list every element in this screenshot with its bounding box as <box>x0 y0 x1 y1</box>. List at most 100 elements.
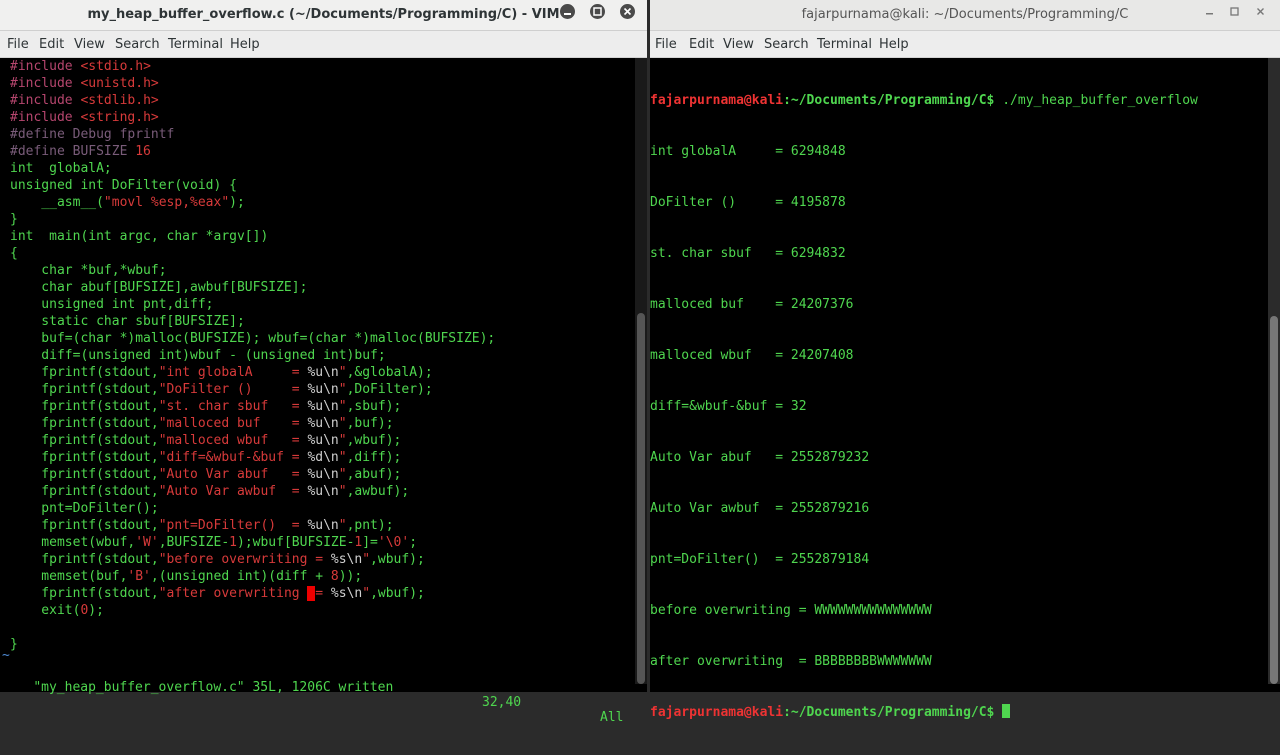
terminal-prompt-line[interactable]: fajarpurnama@kali:~/Documents/Programmin… <box>650 704 1198 721</box>
code-token: ,diff); <box>346 450 402 465</box>
code-token: ,awbuf); <box>346 484 410 499</box>
code-token: %u\n <box>307 484 339 499</box>
code-token: fprintf(stdout, <box>10 484 159 499</box>
output-line: after overwriting = BBBBBBBBWWWWWWW <box>650 654 932 669</box>
terminal-scrollbar[interactable] <box>1268 58 1280 684</box>
code-token: ,DoFilter); <box>346 382 433 397</box>
menu-file[interactable]: File <box>7 37 29 52</box>
menu-search[interactable]: Search <box>764 37 809 52</box>
close-button[interactable] <box>1253 4 1268 19</box>
minimize-button[interactable] <box>560 4 575 19</box>
code-token: " <box>338 399 347 414</box>
code-line: } <box>10 211 495 228</box>
code-token: "diff=&wbuf-&buf = <box>158 450 308 465</box>
minimize-button[interactable] <box>1202 4 1217 19</box>
prompt-path: :~/Documents/Programming/C$ <box>783 705 995 720</box>
code-line: buf=(char *)malloc(BUFSIZE); wbuf=(char … <box>10 330 495 347</box>
code-token: "malloced buf = <box>158 416 308 431</box>
code-token: 1 <box>229 535 237 550</box>
code-line: fprintf(stdout,"st. char sbuf = %u\n",sb… <box>10 398 495 415</box>
code-token: ,BUFSIZE- <box>158 535 230 550</box>
menu-terminal[interactable]: Terminal <box>168 37 223 52</box>
code-token: #define BUFSIZE <box>10 144 136 159</box>
code-line: __asm__("movl %esp,%eax"); <box>10 194 495 211</box>
vim-empty-line-marker: ~ <box>2 648 10 663</box>
code-token: " <box>338 450 347 465</box>
code-line: static char sbuf[BUFSIZE]; <box>10 313 495 330</box>
code-token: 16 <box>135 144 151 159</box>
code-token: " <box>362 552 371 567</box>
code-token: ,(unsigned int)(diff + <box>150 569 331 584</box>
maximize-button[interactable] <box>590 4 605 19</box>
code-token: int globalA; <box>10 161 112 176</box>
code-token: ,buf); <box>346 416 394 431</box>
code-token: diff=(unsigned int)wbuf - (unsigned int)… <box>10 348 386 363</box>
code-token: "Auto Var abuf = <box>158 467 308 482</box>
code-line: #define BUFSIZE 16 <box>10 143 495 160</box>
code-token: <unistd.h> <box>80 76 159 91</box>
code-line: pnt=DoFilter(); <box>10 500 495 517</box>
code-line: memset(buf,'B',(unsigned int)(diff + 8))… <box>10 568 495 585</box>
menu-terminal[interactable]: Terminal <box>817 37 872 52</box>
code-token: int main(int argc, char *argv[]) <box>10 229 269 244</box>
code-token: 8 <box>330 569 339 584</box>
terminal-command-line: fajarpurnama@kali:~/Documents/Programmin… <box>650 92 1198 109</box>
code-token: memset(buf, <box>10 569 128 584</box>
code-line: #include <string.h> <box>10 109 495 126</box>
code-token: <stdlib.h> <box>80 93 159 108</box>
output-line: st. char sbuf = 6294832 <box>650 246 846 261</box>
menu-help[interactable]: Help <box>230 37 260 52</box>
code-line: #include <unistd.h> <box>10 75 495 92</box>
menu-view[interactable]: View <box>723 37 754 52</box>
code-token: fprintf(stdout, <box>10 382 159 397</box>
code-token: %s\n <box>330 552 363 567</box>
code-token: = <box>315 586 331 601</box>
terminal-cursor <box>1002 704 1011 718</box>
code-line: diff=(unsigned int)wbuf - (unsigned int)… <box>10 347 495 364</box>
code-token: '\0' <box>377 535 410 550</box>
maximize-icon <box>593 7 602 16</box>
code-token: fprintf(stdout, <box>10 586 159 601</box>
menu-search[interactable]: Search <box>115 37 160 52</box>
code-token: ; <box>409 535 418 550</box>
maximize-button[interactable] <box>1227 4 1242 19</box>
menu-edit[interactable]: Edit <box>689 37 714 52</box>
maximize-icon <box>1230 7 1239 16</box>
close-button[interactable] <box>620 4 635 19</box>
vim-scrollbar-thumb[interactable] <box>637 313 645 684</box>
menu-file[interactable]: File <box>655 37 677 52</box>
code-token: fprintf(stdout, <box>10 416 159 431</box>
terminal-output[interactable]: fajarpurnama@kali :~/Documents/Programmin… <box>650 58 1198 755</box>
close-icon <box>1257 8 1264 15</box>
output-line: Auto Var awbuf = 2552879216 <box>650 501 870 516</box>
menu-edit[interactable]: Edit <box>39 37 64 52</box>
menu-view[interactable]: View <box>74 37 105 52</box>
menu-help[interactable]: Help <box>879 37 909 52</box>
code-line: fprintf(stdout,"malloced wbuf = %u\n",wb… <box>10 432 495 449</box>
code-token: unsigned int pnt,diff; <box>10 297 214 312</box>
code-token: #include <box>10 59 81 74</box>
code-line: fprintf(stdout,"Auto Var awbuf = %u\n",a… <box>10 483 495 500</box>
code-token: { <box>10 246 18 261</box>
vim-window: my_heap_buffer_overflow.c (~/Documents/P… <box>0 0 647 725</box>
vim-editor-buffer[interactable]: #include <stdio.h> #include <unistd.h> #in… <box>10 58 495 653</box>
code-token: fprintf(stdout, <box>10 467 159 482</box>
code-line: #define Debug fprintf <box>10 126 495 143</box>
code-token: exit( <box>10 603 81 618</box>
terminal-command: ./my_heap_buffer_overflow <box>994 93 1198 108</box>
code-token: );wbuf[BUFSIZE- <box>237 535 355 550</box>
code-token: #define Debug fprintf <box>10 127 175 142</box>
vim-scrollbar[interactable] <box>635 58 647 684</box>
code-token: %s\n <box>330 586 363 601</box>
terminal-scrollbar-thumb[interactable] <box>1270 316 1278 684</box>
code-token: ,pnt); <box>346 518 394 533</box>
code-token: fprintf(stdout, <box>10 518 159 533</box>
code-token: "malloced wbuf = <box>158 433 308 448</box>
code-token: " <box>338 518 347 533</box>
close-icon <box>623 7 632 16</box>
prompt-user: fajarpurnama@kali <box>650 93 784 108</box>
code-token: " <box>338 382 347 397</box>
code-token: ,wbuf); <box>346 433 402 448</box>
code-token: ]= <box>362 535 378 550</box>
